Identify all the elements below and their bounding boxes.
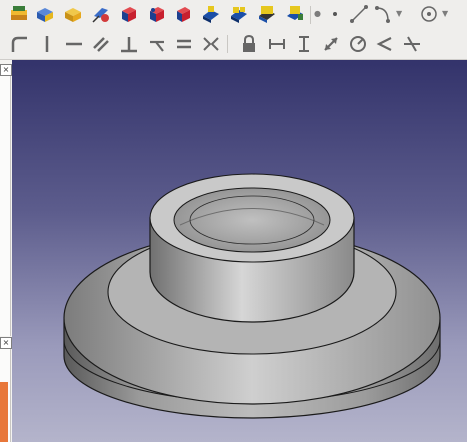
radius-constraint-icon[interactable]: [347, 33, 369, 55]
tangent-constraint-icon[interactable]: [146, 33, 168, 55]
horizontal-distance-icon[interactable]: [266, 33, 288, 55]
arc-tool-icon[interactable]: [373, 3, 395, 25]
vertical-constraint-icon[interactable]: [36, 33, 58, 55]
pad-icon[interactable]: [118, 3, 140, 25]
snell-law-icon[interactable]: [401, 33, 423, 55]
new-body-icon[interactable]: [34, 3, 56, 25]
point-tool-icon[interactable]: [324, 3, 346, 25]
selection-marker: [0, 382, 8, 442]
attach-icon[interactable]: [90, 3, 112, 25]
revolved-part-model: [63, 173, 441, 419]
chevron-down-icon[interactable]: ●: [314, 9, 321, 18]
toolbar-separator: [227, 35, 228, 53]
create-part-icon[interactable]: [62, 3, 84, 25]
toolbar-separator: [310, 6, 311, 24]
part-design-toolbar: ● ▼ ▼: [0, 0, 467, 29]
close-icon[interactable]: ×: [0, 64, 12, 76]
chevron-down-icon[interactable]: ▼: [442, 9, 448, 18]
chevron-down-icon[interactable]: ▼: [396, 9, 402, 18]
close-icon[interactable]: ×: [0, 337, 12, 349]
sketcher-constraints-toolbar: [0, 29, 467, 60]
revolution-icon[interactable]: [146, 3, 168, 25]
vertical-distance-icon[interactable]: [293, 33, 315, 55]
datum-plane-icon[interactable]: [200, 3, 222, 25]
part-design-workbench-icon[interactable]: [8, 3, 30, 25]
datum-line-icon[interactable]: [228, 3, 250, 25]
lock-constraint-icon[interactable]: [238, 33, 260, 55]
3d-viewport[interactable]: [12, 60, 467, 442]
line-tool-icon[interactable]: [348, 3, 370, 25]
shape-binder-icon[interactable]: [284, 3, 306, 25]
distance-constraint-icon[interactable]: [320, 33, 342, 55]
fillet-icon[interactable]: [8, 33, 30, 55]
combo-view-panel: × ×: [0, 60, 12, 442]
symmetric-constraint-icon[interactable]: [200, 33, 222, 55]
horizontal-constraint-icon[interactable]: [63, 33, 85, 55]
datum-point-icon[interactable]: [256, 3, 278, 25]
circle-tool-icon[interactable]: [418, 3, 440, 25]
angle-constraint-icon[interactable]: [374, 33, 396, 55]
equal-constraint-icon[interactable]: [173, 33, 195, 55]
perpendicular-constraint-icon[interactable]: [118, 33, 140, 55]
pocket-icon[interactable]: [172, 3, 194, 25]
parallel-constraint-icon[interactable]: [90, 33, 112, 55]
model-tree-strip[interactable]: [0, 76, 11, 336]
